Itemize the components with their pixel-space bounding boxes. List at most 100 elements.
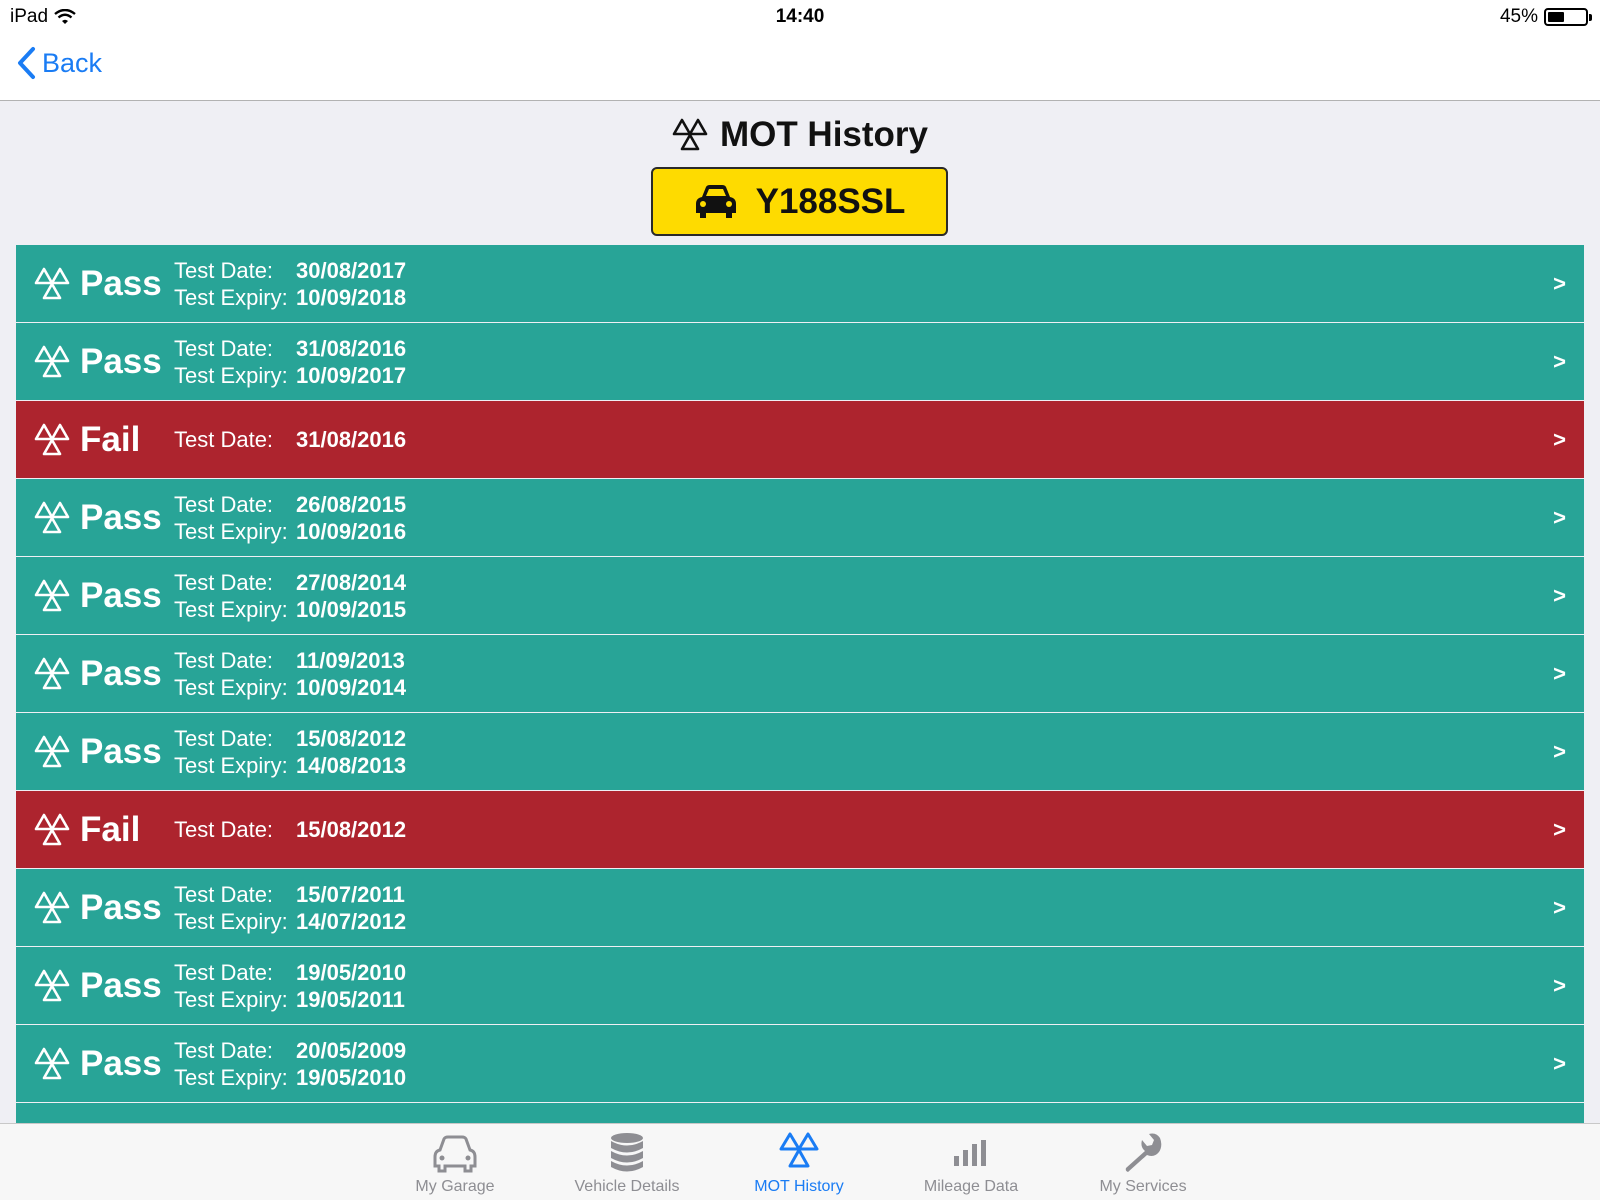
tab-label: MOT History [754,1178,844,1195]
test-expiry-value: 10/09/2018 [296,284,407,310]
car-icon [695,184,736,218]
mot-result: Pass [80,887,162,927]
battery-level [1548,12,1565,22]
mot-result: Pass [80,731,162,771]
mot-details: Test Date: 11/09/2013 Test Expiry: 10/09… [174,647,406,701]
mot-details: Test Date: 15/08/2012 [174,816,406,843]
tab-my-garage[interactable]: My Garage [369,1124,541,1200]
test-expiry-value: 14/07/2012 [296,908,407,934]
test-expiry-value: 19/05/2011 [296,986,405,1012]
tab-label: My Services [1099,1178,1187,1195]
test-expiry-line: Test Expiry: 10/09/2016 [174,518,406,545]
mot-details: Test Date: 19/05/2010 Test Expiry: 19/05… [174,959,406,1013]
tab-label: Vehicle Details [574,1178,680,1195]
mot-record-row-8[interactable]: Pass Test Date: 15/07/2011 Test Expiry: … [16,869,1584,946]
mot-record-row-10[interactable]: Pass Test Date: 20/05/2009 Test Expiry: … [16,1025,1584,1102]
battery-percent: 45% [1499,6,1538,27]
test-expiry-value: 10/09/2016 [296,518,407,544]
tab-my-services[interactable]: My Services [1057,1124,1229,1200]
page-header: MOT History Y188SSL [0,101,1600,245]
test-date-label: Test Date: [174,335,274,361]
test-date-label: Test Date: [174,491,274,517]
test-expiry-label: Test Expiry: [174,908,288,934]
mot-triangles-icon [34,735,70,768]
chevron-right-icon: > [1553,816,1566,842]
test-expiry-line: Test Expiry: 19/05/2011 [174,986,406,1013]
tab-bar: My Garage Vehicle Details MOT History Mi… [0,1123,1600,1200]
mot-record-row-11[interactable]: Pass Test Date: 29/04/2008 > [16,1103,1584,1123]
test-expiry-value: 10/09/2017 [296,362,407,388]
mot-triangles-icon [34,1047,70,1080]
chevron-right-icon: > [1553,894,1566,920]
mot-history-list[interactable]: Pass Test Date: 30/08/2017 Test Expiry: … [16,245,1584,1123]
test-date-label: Test Date: [174,647,274,673]
chevron-right-icon: > [1553,348,1566,374]
database-icon [611,1133,643,1172]
mot-details: Test Date: 31/08/2016 [174,426,406,453]
chevron-right-icon: > [1553,426,1566,452]
test-expiry-value: 10/09/2014 [296,674,407,700]
mot-details: Test Date: 20/05/2009 Test Expiry: 19/05… [174,1037,406,1091]
registration-plate: Y188SSL [651,167,948,236]
mot-details: Test Date: 26/08/2015 Test Expiry: 10/09… [174,491,406,545]
battery-icon [1544,8,1592,26]
mot-result: Pass [80,341,162,381]
back-button[interactable]: Back [16,46,102,80]
mot-record-row-6[interactable]: Pass Test Date: 15/08/2012 Test Expiry: … [16,713,1584,790]
test-date-label: Test Date: [174,1037,274,1063]
test-date-line: Test Date: 31/08/2016 [174,335,406,362]
test-expiry-line: Test Expiry: 10/09/2015 [174,596,406,623]
test-expiry-value: 19/05/2010 [296,1064,407,1090]
chevron-right-icon: > [1553,582,1566,608]
plate-number: Y188SSL [755,181,906,221]
test-date-label: Test Date: [174,881,274,907]
test-date-value: 31/08/2016 [296,427,407,452]
test-date-value: 27/08/2014 [296,569,407,595]
tab-label: My Garage [415,1178,495,1195]
test-date-value: 15/08/2012 [296,817,407,842]
mot-record-row-7[interactable]: Fail Test Date: 15/08/2012 > [16,791,1584,868]
mot-record-row-1[interactable]: Pass Test Date: 31/08/2016 Test Expiry: … [16,323,1584,400]
test-expiry-label: Test Expiry: [174,752,288,778]
mot-triangles-icon [34,579,70,612]
chevron-right-icon: > [1553,504,1566,530]
mot-record-row-2[interactable]: Fail Test Date: 31/08/2016 > [16,401,1584,478]
test-date-value: 15/07/2011 [296,881,405,907]
mot-record-row-5[interactable]: Pass Test Date: 11/09/2013 Test Expiry: … [16,635,1584,712]
mot-details: Test Date: 27/08/2014 Test Expiry: 10/09… [174,569,406,623]
mot-result: Pass [80,1043,162,1083]
mot-result: Fail [80,809,141,849]
test-date-value: 20/05/2009 [296,1037,407,1063]
test-expiry-label: Test Expiry: [174,284,288,310]
mot-result: Pass [80,653,162,693]
page-title: MOT History [0,115,1600,155]
test-date-line: Test Date: 15/07/2011 [174,881,406,908]
test-date-label: Test Date: [174,257,274,283]
mot-result: Pass [80,263,162,303]
mot-triangles-icon [672,118,708,151]
mot-record-row-3[interactable]: Pass Test Date: 26/08/2015 Test Expiry: … [16,479,1584,556]
test-expiry-label: Test Expiry: [174,986,288,1012]
mot-details: Test Date: 30/08/2017 Test Expiry: 10/09… [174,257,406,311]
tab-mot-history[interactable]: MOT History [713,1124,885,1200]
mot-triangles-icon [34,813,70,846]
tab-mileage-data[interactable]: Mileage Data [885,1124,1057,1200]
test-date-value: 26/08/2015 [296,491,407,517]
test-expiry-line: Test Expiry: 14/07/2012 [174,908,406,935]
mot-details: Test Date: 15/08/2012 Test Expiry: 14/08… [174,725,406,779]
mot-result: Pass [80,497,162,537]
chevron-left-icon [18,47,35,79]
mot-result: Pass [80,965,162,1005]
mot-result: Fail [80,419,141,459]
tab-vehicle-details[interactable]: Vehicle Details [541,1124,713,1200]
bar-chart-icon [954,1140,986,1166]
wrench-icon [1125,1133,1162,1172]
test-date-label: Test Date: [174,817,274,842]
mot-record-row-4[interactable]: Pass Test Date: 27/08/2014 Test Expiry: … [16,557,1584,634]
mot-record-row-9[interactable]: Pass Test Date: 19/05/2010 Test Expiry: … [16,947,1584,1024]
status-right: 45% [1499,6,1592,28]
test-date-value: 11/09/2013 [296,647,405,673]
mot-record-row-0[interactable]: Pass Test Date: 30/08/2017 Test Expiry: … [16,245,1584,322]
navigation-bar: Back [0,34,1600,101]
page-title-text: MOT History [719,115,929,154]
